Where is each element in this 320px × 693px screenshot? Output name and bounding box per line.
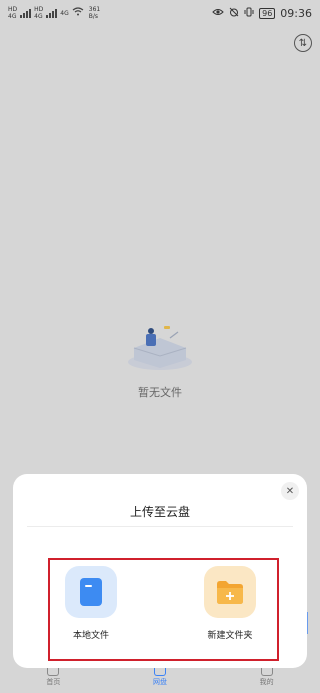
profile-icon xyxy=(260,668,273,676)
speed-value: 361 xyxy=(88,6,101,13)
wifi-icon xyxy=(72,7,84,19)
sheet-title: 上传至云盘 xyxy=(129,505,190,519)
nav-cloud-disk[interactable]: 网盘 xyxy=(153,668,167,687)
speed-unit: B/s xyxy=(88,13,99,20)
status-bar: HD 4G HD 4G 4G 361 B/s 96 09:36 xyxy=(0,0,320,26)
nav-cloud-disk-label: 网盘 xyxy=(152,678,167,686)
signal-icon xyxy=(46,8,58,18)
new-folder-label: 新建文件夹 xyxy=(207,631,253,641)
new-folder-option[interactable]: 新建文件夹 xyxy=(198,566,262,641)
empty-state-text: 暂无文件 xyxy=(138,386,182,399)
close-icon[interactable]: ✕ xyxy=(281,482,299,500)
net-badge: 4G xyxy=(60,9,69,17)
sim2-4g: 4G xyxy=(34,13,43,20)
nav-me-label: 我的 xyxy=(259,678,274,686)
cloud-disk-icon xyxy=(153,668,166,676)
network-speed: 361 B/s xyxy=(89,6,100,20)
document-icon xyxy=(65,566,117,618)
status-right: 96 09:36 xyxy=(212,7,312,20)
signal-icon xyxy=(20,8,32,18)
sim2-indicator: HD 4G xyxy=(34,6,43,20)
local-file-option[interactable]: 本地文件 xyxy=(63,566,119,641)
sim1-indicator: HD 4G xyxy=(8,6,17,20)
nav-me[interactable]: 我的 xyxy=(260,668,274,687)
home-icon xyxy=(47,668,60,676)
sheet-divider xyxy=(27,526,293,527)
battery-indicator: 96 xyxy=(259,7,276,19)
transfer-sort-icon[interactable]: ⇅ xyxy=(294,34,312,52)
sim2-hd: HD xyxy=(34,6,44,13)
clock: 09:36 xyxy=(280,6,312,20)
nav-home-label: 首页 xyxy=(46,678,61,686)
folder-plus-icon xyxy=(204,566,256,618)
alarm-off-icon xyxy=(229,7,239,20)
local-file-label: 本地文件 xyxy=(72,631,109,641)
vibrate-icon xyxy=(244,7,254,20)
empty-folder-illustration xyxy=(128,326,192,370)
status-left: HD 4G HD 4G 4G 361 B/s xyxy=(8,6,100,20)
sim1-hd: HD xyxy=(8,6,18,13)
sim1-4g: 4G xyxy=(8,13,17,20)
eye-icon xyxy=(212,8,224,19)
nav-home[interactable]: 首页 xyxy=(46,668,60,687)
